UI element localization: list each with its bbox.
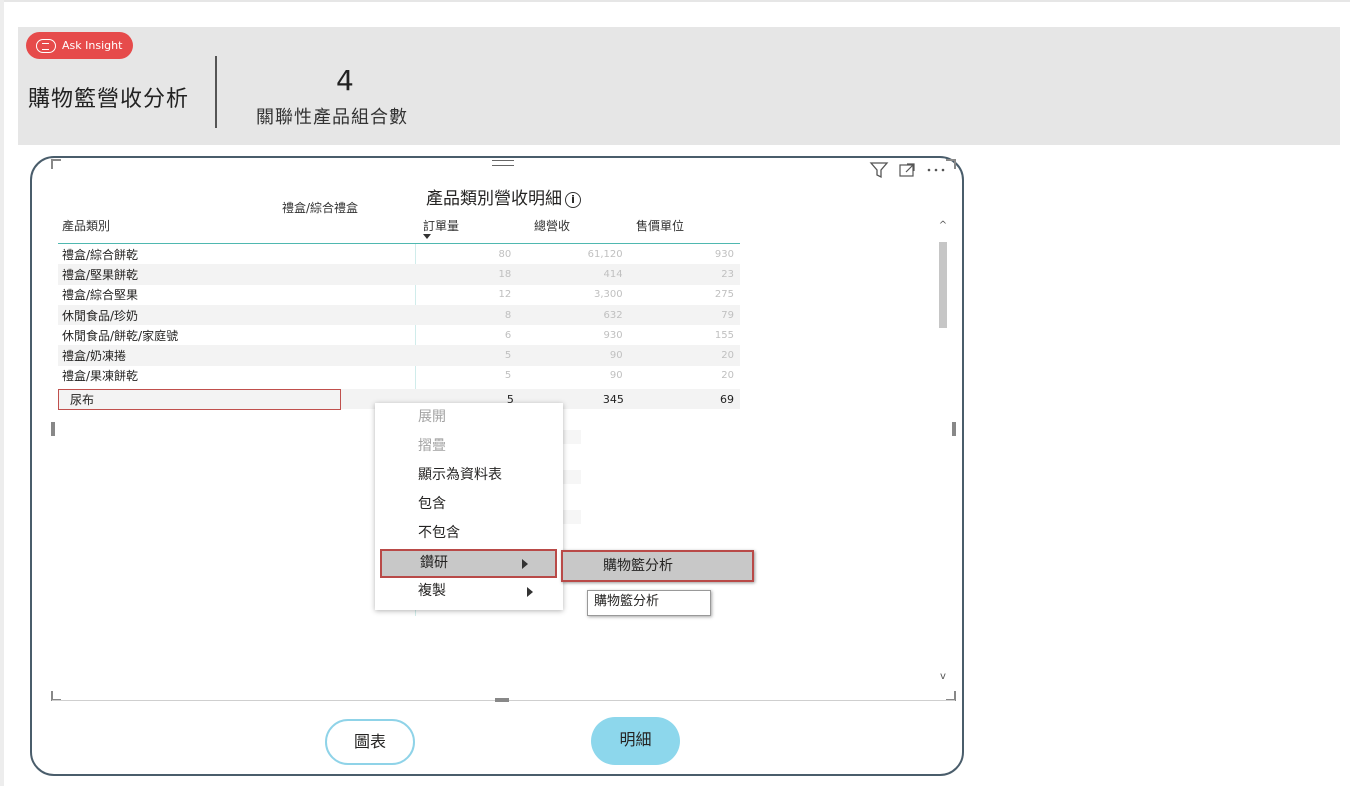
window-top-border bbox=[0, 0, 1350, 2]
menu-item-expand[interactable]: 展開 bbox=[375, 403, 563, 432]
category-cell[interactable]: 休閒食品/珍奶 bbox=[58, 307, 410, 324]
scroll-thumb[interactable] bbox=[939, 242, 947, 328]
drag-grip-icon[interactable] bbox=[492, 160, 514, 172]
background-cell bbox=[563, 430, 581, 444]
orders-cell[interactable]: 12 bbox=[410, 289, 517, 300]
focus-mode-icon[interactable] bbox=[897, 161, 917, 179]
category-cell[interactable]: 休閒食品/餅乾/家庭號 bbox=[58, 327, 410, 344]
background-cell bbox=[563, 470, 581, 484]
unit-price-cell[interactable]: 20 bbox=[629, 350, 740, 361]
column-header-orders[interactable]: 訂單量 bbox=[423, 217, 459, 234]
unit-price-cell[interactable]: 155 bbox=[629, 330, 740, 341]
sort-descending-icon bbox=[423, 234, 431, 239]
unit-price-cell[interactable]: 275 bbox=[629, 289, 740, 300]
visual-toolbar bbox=[869, 161, 947, 179]
window-left-border bbox=[0, 0, 4, 786]
table-row[interactable]: 休閒食品/餅乾/家庭號 6 930 155 bbox=[58, 325, 740, 345]
orders-cell[interactable]: 5 bbox=[410, 370, 517, 381]
table-title-text: 產品類別營收明細 bbox=[426, 189, 562, 209]
table-row[interactable]: 禮盒/奶凍捲 5 90 20 bbox=[58, 345, 740, 366]
revenue-cell[interactable]: 90 bbox=[517, 370, 628, 381]
revenue-cell[interactable]: 632 bbox=[517, 310, 628, 321]
menu-item-collapse[interactable]: 摺疊 bbox=[375, 432, 563, 461]
table-row[interactable]: 禮盒/堅果餅乾 18 414 23 bbox=[58, 264, 740, 285]
more-options-icon[interactable] bbox=[925, 161, 947, 179]
menu-item-drillthrough-label: 鑽研 bbox=[420, 555, 448, 571]
column-header-revenue[interactable]: 總營收 bbox=[534, 217, 570, 234]
revenue-cell[interactable]: 90 bbox=[517, 350, 628, 361]
column-group-header: 禮盒/綜合禮盒 bbox=[282, 201, 359, 215]
resize-corner-top-left[interactable] bbox=[51, 159, 61, 169]
revenue-cell[interactable]: 414 bbox=[517, 269, 628, 280]
unit-price-cell[interactable]: 930 bbox=[629, 249, 740, 260]
menu-item-copy-label: 複製 bbox=[418, 583, 446, 599]
scroll-up-icon[interactable]: ^ bbox=[936, 220, 950, 231]
submenu-arrow-icon bbox=[522, 559, 528, 569]
category-cell[interactable]: 禮盒/果凍餅乾 bbox=[58, 367, 410, 384]
detail-button[interactable]: 明細 bbox=[591, 717, 680, 765]
table-title: 產品類別營收明細 i bbox=[52, 184, 955, 209]
chart-button[interactable]: 圖表 bbox=[325, 719, 415, 765]
orders-cell[interactable]: 6 bbox=[410, 330, 517, 341]
orders-cell[interactable]: 8 bbox=[410, 310, 517, 321]
resize-handle-right[interactable] bbox=[952, 422, 956, 436]
resize-corner-top-right[interactable] bbox=[946, 159, 956, 169]
submenu-item-basket-analysis[interactable]: 購物籃分析 bbox=[561, 550, 754, 582]
title-divider bbox=[215, 56, 217, 128]
menu-item-show-as-table[interactable]: 顯示為資料表 bbox=[375, 461, 563, 490]
resize-handle-left[interactable] bbox=[51, 422, 55, 436]
orders-cell[interactable]: 18 bbox=[410, 269, 517, 280]
vertical-scrollbar[interactable]: ^ v bbox=[936, 212, 950, 682]
orders-cell[interactable]: 80 bbox=[410, 249, 517, 260]
table-row[interactable]: 禮盒/綜合餅乾 80 61,120 930 bbox=[58, 244, 740, 264]
revenue-cell[interactable]: 61,120 bbox=[517, 249, 628, 260]
category-cell[interactable]: 禮盒/綜合堅果 bbox=[58, 286, 410, 303]
menu-item-exclude[interactable]: 不包含 bbox=[375, 519, 563, 548]
tooltip: 購物籃分析 bbox=[587, 590, 711, 616]
ask-insight-button[interactable]: Ask Insight bbox=[26, 32, 133, 59]
unit-price-cell[interactable]: 20 bbox=[629, 370, 740, 381]
category-cell[interactable]: 禮盒/綜合餅乾 bbox=[58, 246, 410, 263]
context-menu: 展開 摺疊 顯示為資料表 包含 不包含 鑽研 複製 bbox=[375, 403, 563, 610]
unit-price-cell[interactable]: 23 bbox=[629, 269, 740, 280]
submenu-arrow-icon bbox=[527, 587, 533, 597]
category-cell[interactable]: 禮盒/奶凍捲 bbox=[58, 347, 410, 364]
table-row[interactable]: 休閒食品/珍奶 8 632 79 bbox=[58, 304, 740, 326]
table-row[interactable]: 禮盒/果凍餅乾 5 90 20 bbox=[58, 366, 740, 386]
scroll-down-icon[interactable]: v bbox=[936, 671, 950, 682]
resize-handle-bottom[interactable] bbox=[495, 698, 509, 702]
info-icon[interactable]: i bbox=[565, 192, 581, 208]
table-row[interactable]: 禮盒/綜合堅果 12 3,300 275 bbox=[58, 285, 740, 305]
column-header-unit-price[interactable]: 售價單位 bbox=[636, 217, 684, 234]
table-body: 禮盒/綜合餅乾 80 61,120 930 禮盒/堅果餅乾 18 414 23 … bbox=[58, 244, 740, 410]
unit-price-cell[interactable]: 79 bbox=[629, 310, 740, 321]
kpi-value: 4 bbox=[336, 64, 354, 97]
kpi-label: 關聯性產品組合數 bbox=[256, 107, 408, 128]
menu-item-copy[interactable]: 複製 bbox=[375, 577, 563, 606]
menu-item-drillthrough[interactable]: 鑽研 bbox=[380, 549, 557, 578]
selected-cell-highlight bbox=[58, 389, 341, 410]
category-cell[interactable]: 禮盒/堅果餅乾 bbox=[58, 266, 410, 283]
menu-item-include[interactable]: 包含 bbox=[375, 490, 563, 519]
orders-cell[interactable]: 5 bbox=[410, 350, 517, 361]
revenue-cell[interactable]: 930 bbox=[517, 330, 628, 341]
ask-insight-label: Ask Insight bbox=[62, 39, 123, 52]
background-cell bbox=[563, 510, 581, 524]
chat-icon bbox=[36, 38, 56, 53]
column-header-category[interactable]: 產品類別 bbox=[62, 217, 110, 234]
filter-icon[interactable] bbox=[869, 161, 889, 179]
report-header: Ask Insight 購物籃營收分析 4 關聯性產品組合數 bbox=[18, 27, 1340, 145]
revenue-cell[interactable]: 3,300 bbox=[517, 289, 628, 300]
page-title: 購物籃營收分析 bbox=[28, 87, 190, 112]
unit-price-cell[interactable]: 69 bbox=[630, 393, 740, 406]
